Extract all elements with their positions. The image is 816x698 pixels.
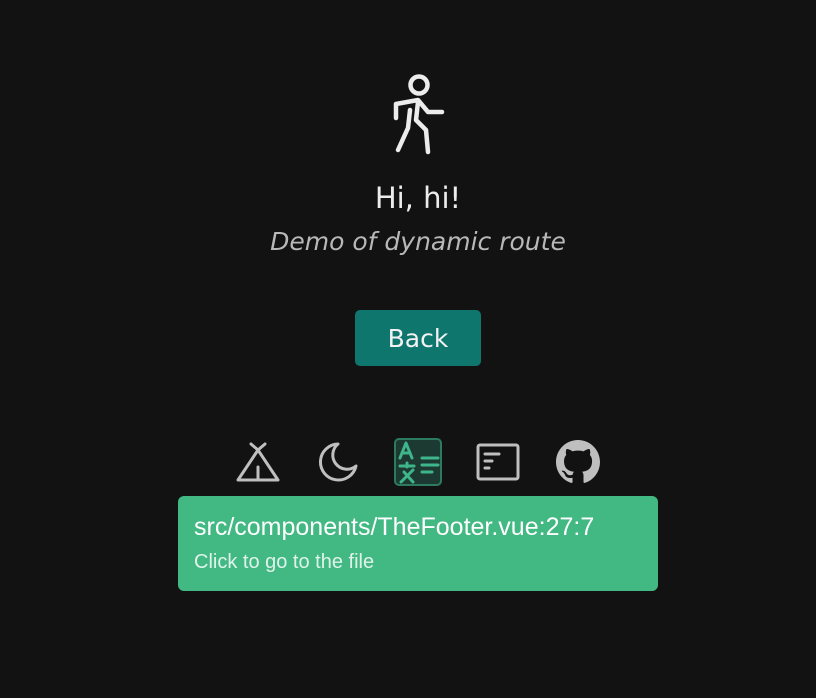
tooltip-file-path: src/components/TheFooter.vue:27:7	[194, 513, 595, 541]
pedestrian-walking-icon	[393, 74, 445, 155]
browser-window-icon[interactable]	[474, 438, 522, 486]
translate-icon[interactable]	[394, 438, 442, 486]
back-button[interactable]: Back	[355, 310, 481, 366]
moon-icon[interactable]	[314, 438, 362, 486]
file-inspector-tooltip[interactable]: src/components/TheFooter.vue:27:7 Click …	[178, 496, 658, 591]
github-icon[interactable]	[554, 438, 602, 486]
page: Hi, hi! Demo of dynamic route Back src/c…	[0, 0, 816, 698]
page-subtitle: Demo of dynamic route	[270, 227, 566, 256]
page-title: Hi, hi!	[374, 181, 462, 215]
tent-icon[interactable]	[234, 438, 282, 486]
tooltip-hint: Click to go to the file	[194, 551, 375, 573]
